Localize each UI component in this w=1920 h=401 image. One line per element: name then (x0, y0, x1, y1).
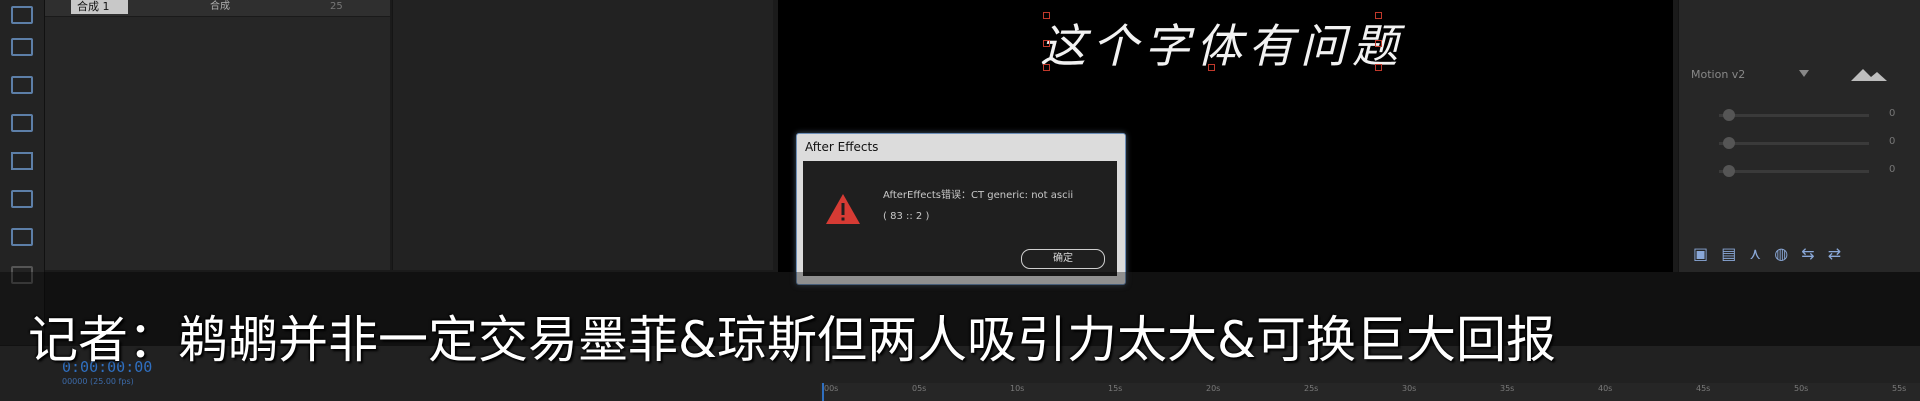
dialog-error-code: ( 83 :: 2 ) (883, 211, 930, 222)
mountain-icon (1851, 69, 1887, 81)
slider-row[interactable]: 0 (1689, 164, 1909, 178)
warning-icon (826, 194, 860, 224)
list-tool-icon[interactable] (11, 152, 33, 170)
slider-value: 0 (1889, 164, 1896, 175)
error-dialog: After Effects AfterEffects错误：CT generic:… (796, 133, 1126, 285)
slider-knob[interactable] (1723, 165, 1735, 177)
viewer-text-layer[interactable]: 这个字体有问题 (1040, 10, 1404, 76)
slider-knob[interactable] (1723, 109, 1735, 121)
comp-type: 合成 (210, 1, 230, 12)
slider-knob[interactable] (1723, 137, 1735, 149)
transform-handle[interactable] (1043, 64, 1050, 71)
project-item-row[interactable]: 合成 1 合成 25 (45, 0, 390, 17)
layers-tool-icon[interactable] (11, 38, 33, 56)
dialog-message: AfterEffects错误：CT generic: not ascii (883, 190, 1074, 201)
dialog-body: AfterEffects错误：CT generic: not ascii ( 8… (803, 161, 1117, 276)
effects-panel (392, 0, 773, 270)
grid-tool-icon[interactable] (11, 6, 33, 24)
ruler-tick: 40s (1598, 384, 1613, 393)
dialog-title: After Effects (805, 140, 879, 154)
panel-tool-icon[interactable] (11, 190, 33, 208)
slider-value: 0 (1889, 108, 1896, 119)
timecode-sub: 00000 (25.00 fps) (62, 377, 134, 386)
slider-value: 0 (1889, 136, 1896, 147)
project-panel: 合成 1 合成 25 (45, 0, 390, 270)
subtitle-caption: 记者：鹈鹕并非一定交易墨菲&琼斯但两人吸引力太大&可换巨大回报 (28, 311, 1556, 369)
slider-row[interactable]: 0 (1689, 136, 1909, 150)
film-tool-icon[interactable] (11, 114, 33, 132)
chevron-down-icon[interactable] (1799, 70, 1809, 78)
right-panel: Motion v2 0 0 0 (1678, 0, 1920, 272)
folder-tool-icon[interactable] (11, 76, 33, 94)
ruler-tick: 10s (1010, 384, 1025, 393)
playhead[interactable] (822, 383, 824, 401)
ruler-tick: 35s (1500, 384, 1515, 393)
ruler-tick: 45s (1696, 384, 1711, 393)
ruler-tick: 55s (1892, 384, 1907, 393)
screen-tool-icon[interactable] (11, 228, 33, 246)
ruler-tick: 25s (1304, 384, 1319, 393)
ruler-tick: 15s (1108, 384, 1123, 393)
transform-handle[interactable] (1043, 12, 1050, 19)
transform-handle[interactable] (1375, 12, 1382, 19)
slider-row[interactable]: 0 (1689, 108, 1909, 122)
comp-name[interactable]: 合成 1 (71, 0, 128, 14)
ruler-tick: 05s (912, 384, 927, 393)
ruler-tick: 50s (1794, 384, 1809, 393)
time-ruler[interactable]: 00s 05s 10s 15s 20s 25s 30s 35s 40s 45s … (820, 383, 1920, 401)
comp-number: 25 (330, 1, 343, 12)
ruler-tick: 00s (824, 384, 839, 393)
toolbar-icons[interactable]: ▣ ▤ ⋏ ◍ ⇆ ⇄ (1693, 244, 1845, 263)
motion-select[interactable]: Motion v2 (1691, 68, 1801, 81)
ok-button[interactable]: 确定 (1021, 249, 1105, 269)
transform-handle[interactable] (1375, 64, 1382, 71)
ruler-tick: 20s (1206, 384, 1221, 393)
transform-handle[interactable] (1208, 64, 1215, 71)
ruler-tick: 30s (1402, 384, 1417, 393)
transform-handle[interactable] (1375, 40, 1382, 47)
transform-handle[interactable] (1043, 40, 1050, 47)
